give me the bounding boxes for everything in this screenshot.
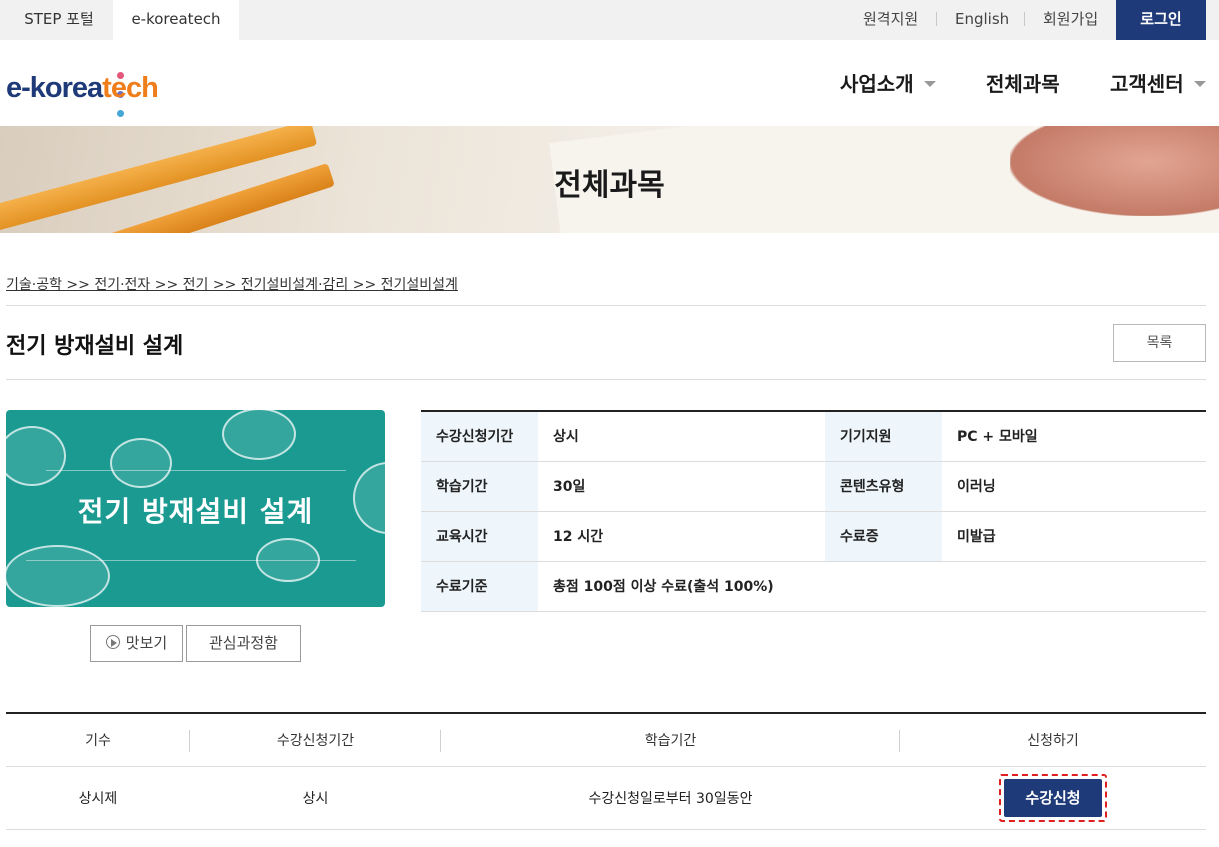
column-header: 수강신청기간 (190, 713, 441, 767)
info-value: 이러닝 (942, 461, 1206, 512)
info-key: 기기지원 (825, 411, 942, 462)
chevron-down-icon (923, 80, 936, 87)
top-utility-bar: STEP 포털 e-koreatech 원격지원 English 회원가입 로그… (0, 0, 1219, 40)
wishlist-button[interactable]: 관심과정함 (186, 625, 301, 662)
column-header: 학습기간 (441, 713, 900, 767)
column-header: 신청하기 (900, 713, 1206, 767)
util-divider (1024, 12, 1025, 26)
switchboard-icon (6, 545, 110, 607)
gnb-label: 사업소개 (840, 72, 914, 96)
camera-icon (6, 426, 66, 486)
detector-icon (256, 538, 320, 582)
router-icon (222, 410, 296, 460)
preview-button[interactable]: 맛보기 (90, 625, 183, 662)
sensor-icon (110, 438, 172, 488)
period-cell: 상시 (190, 766, 441, 830)
logo-text-e-korea: e-korea (6, 72, 103, 104)
page-title: 전기 방재설비 설계 (6, 334, 184, 359)
info-key: 수강신청기간 (421, 411, 538, 462)
list-button[interactable]: 목록 (1113, 324, 1206, 362)
header-label: 수강신청기간 (276, 732, 355, 749)
english-link[interactable]: English (955, 0, 1009, 40)
info-value: 미발급 (942, 511, 1206, 562)
info-value: 30일 (538, 461, 825, 512)
info-value: PC + 모바일 (942, 411, 1206, 462)
info-value: 12 시간 (538, 511, 825, 562)
course-info-table: 수강신청기간 상시 기기지원 PC + 모바일 학습기간 30일 콘텐츠유형 이… (421, 410, 1206, 612)
gnb-business-intro[interactable]: 사업소개 (840, 68, 936, 98)
apply-highlight: 수강신청 (999, 773, 1107, 822)
header-label: 학습기간 (644, 732, 697, 749)
signup-link[interactable]: 회원가입 (1043, 0, 1098, 40)
enrollment-table: 기수 수강신청기간 학습기간 신청하기 상시제 상시 수강신청일로부터 30일동… (6, 712, 1206, 830)
login-button[interactable]: 로그인 (1116, 0, 1206, 40)
logo-text-tech: tech (102, 72, 159, 104)
info-value: 총점 100점 이상 수료(출석 100%) (538, 561, 1206, 612)
table-row: 상시제 상시 수강신청일로부터 30일동안 수강신청 (6, 766, 1206, 830)
apply-cell: 수강신청 (900, 766, 1206, 830)
divider (6, 379, 1206, 380)
course-thumbnail: 전기 방재설비 설계 (6, 410, 385, 607)
util-divider (936, 12, 937, 26)
divider (6, 305, 1206, 306)
table-row: 교육시간 12 시간 수료증 미발급 (421, 511, 1206, 562)
info-key: 수료증 (825, 511, 942, 562)
chevron-down-icon (1193, 80, 1206, 87)
info-key: 교육시간 (421, 511, 538, 562)
preview-label: 맛보기 (125, 634, 168, 652)
remote-support-link[interactable]: 원격지원 (863, 0, 918, 40)
gnb-all-courses[interactable]: 전체과목 (986, 68, 1060, 98)
duration-cell: 수강신청일로부터 30일동안 (441, 766, 900, 830)
breadcrumb[interactable]: 기술·공학 >> 전기·전자 >> 전기 >> 전기설비설계·감리 >> 전기설… (6, 274, 458, 294)
term-cell: 상시제 (6, 766, 190, 830)
info-key: 학습기간 (421, 461, 538, 512)
tab-step-portal[interactable]: STEP 포털 (0, 0, 118, 40)
table-header-row: 기수 수강신청기간 학습기간 신청하기 (6, 713, 1206, 767)
play-icon (105, 634, 120, 649)
column-header: 기수 (6, 713, 190, 767)
tab-e-koreatech[interactable]: e-koreatech (113, 0, 239, 40)
table-row: 학습기간 30일 콘텐츠유형 이러닝 (421, 461, 1206, 512)
info-value: 상시 (538, 411, 825, 462)
gnb-label: 고객센터 (1110, 72, 1184, 96)
apply-button[interactable]: 수강신청 (1004, 778, 1102, 817)
thumbnail-title: 전기 방재설비 설계 (77, 495, 314, 528)
page-banner: 전체과목 (0, 126, 1219, 233)
table-row: 수강신청기간 상시 기기지원 PC + 모바일 (421, 411, 1206, 462)
gnb-customer-center[interactable]: 고객센터 (1110, 68, 1206, 98)
banner-title: 전체과목 (554, 168, 665, 203)
info-key: 수료기준 (421, 561, 538, 612)
table-row: 수료기준 총점 100점 이상 수료(출석 100%) (421, 561, 1206, 612)
info-key: 콘텐츠유형 (825, 461, 942, 512)
header-label: 기수 (85, 732, 111, 749)
